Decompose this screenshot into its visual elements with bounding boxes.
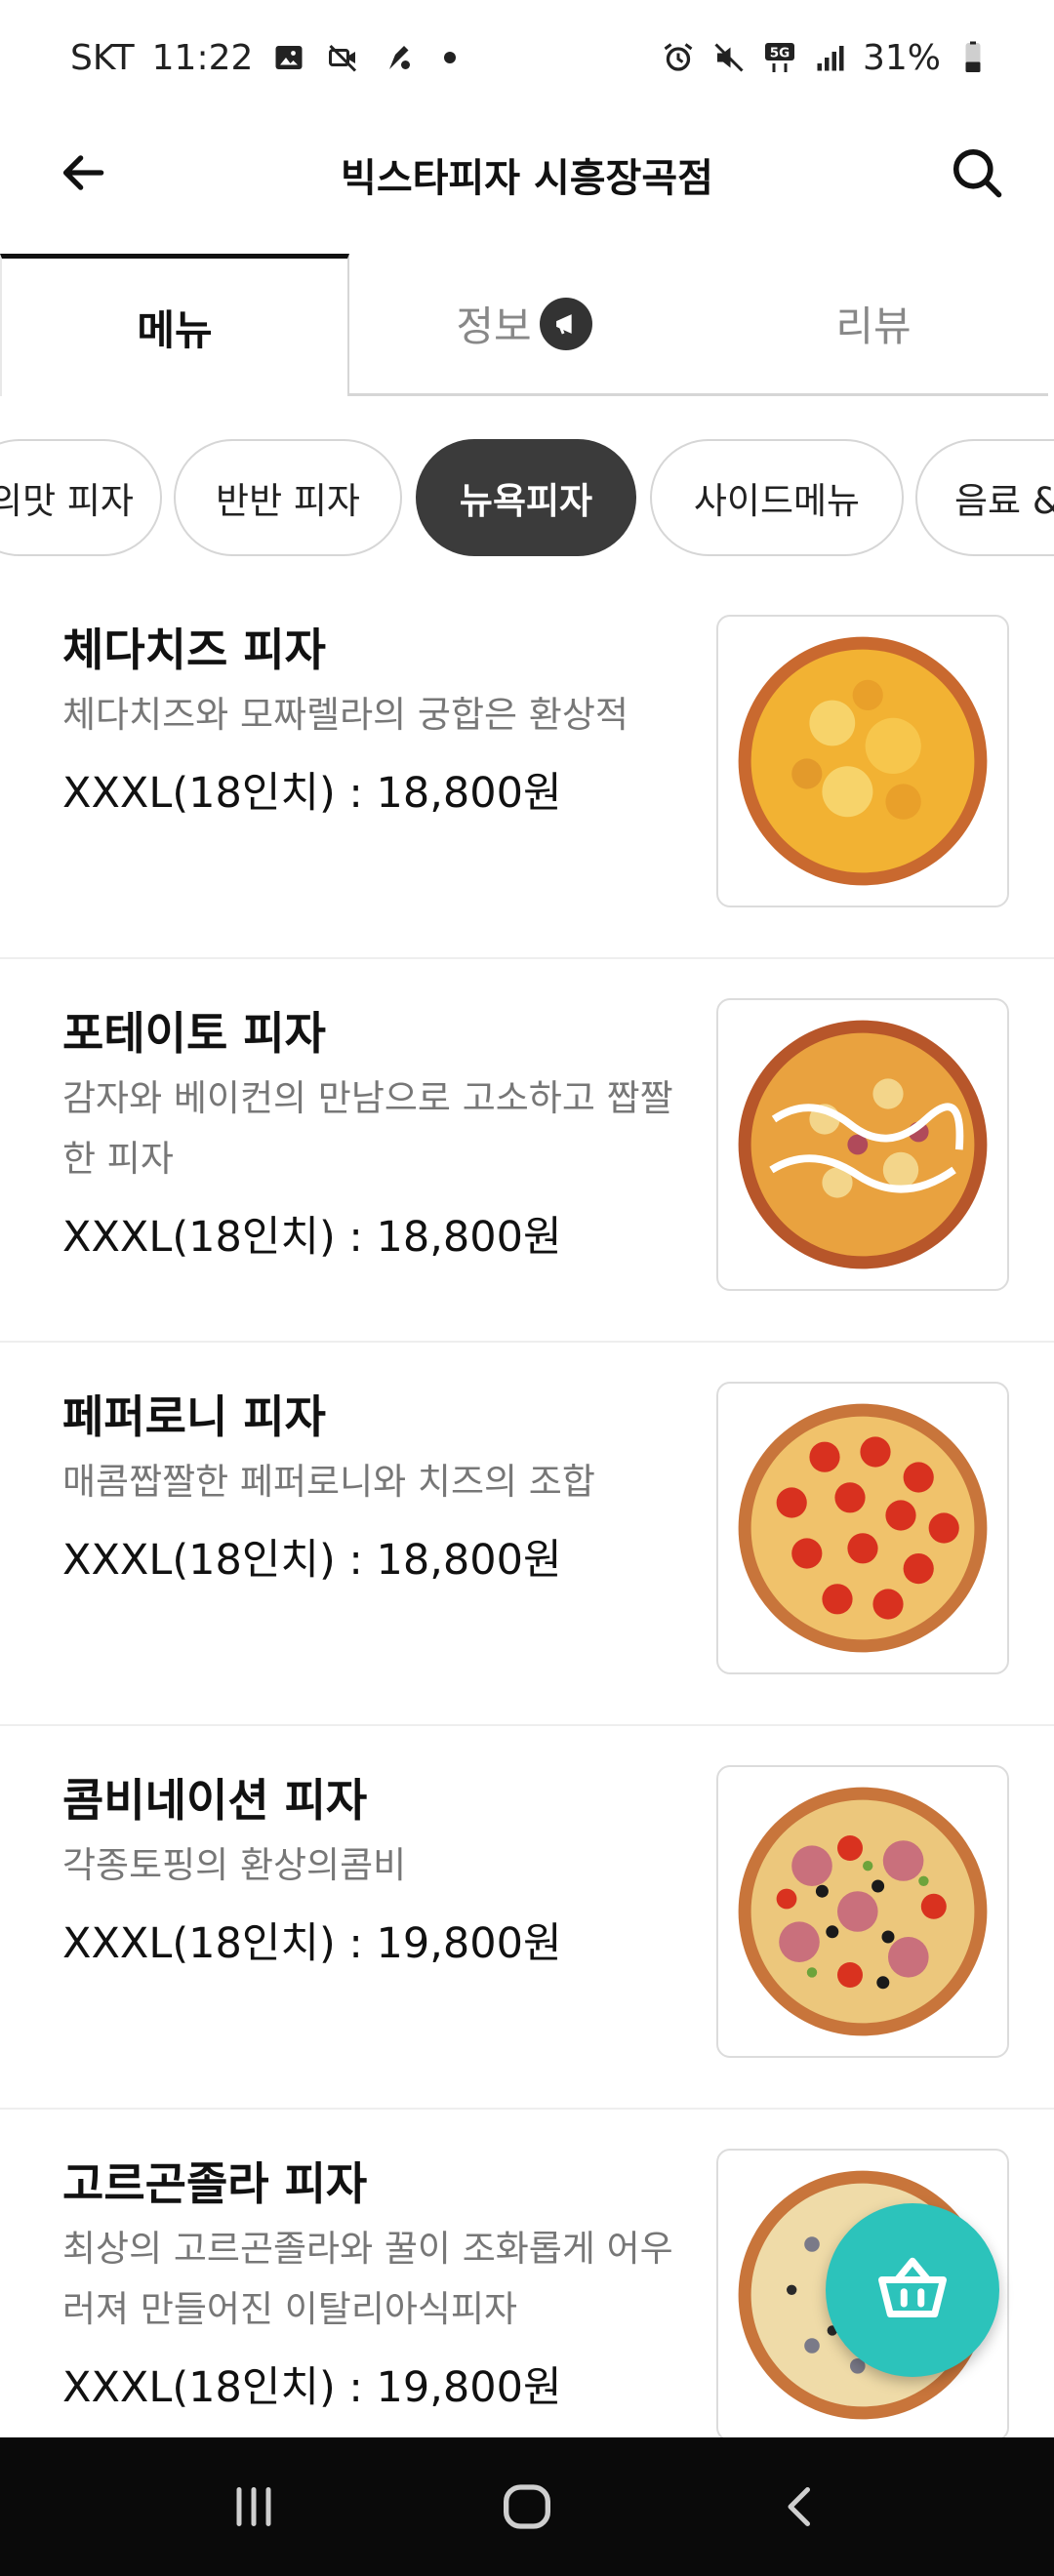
battery-icon	[954, 39, 992, 76]
chip-category[interactable]: 사이드메뉴	[650, 439, 904, 556]
menu-item-price: XXXL(18인치) : 19,800원	[62, 2363, 562, 2412]
network-5g-icon: 5G	[761, 39, 798, 76]
menu-item-price: XXXL(18인치) : 18,800원	[62, 769, 562, 818]
time-label: 11:22	[151, 37, 254, 78]
battery-label: 31%	[862, 37, 941, 78]
pepperoni-pizza-image	[716, 1382, 1009, 1674]
menu-item-name: 페퍼로니 피자	[62, 1390, 326, 1443]
menu-item-name: 포테이토 피자	[62, 1007, 326, 1060]
chip-category-active[interactable]: 뉴욕피자	[416, 439, 636, 556]
search-icon	[953, 148, 1002, 198]
basket-icon	[878, 2257, 947, 2317]
chip-category[interactable]: 음료 &	[915, 439, 1054, 556]
page-title: 빅스타피자 시흥장곡점	[341, 156, 713, 201]
more-notifications-dot	[444, 52, 457, 63]
chevron-left-icon	[788, 2487, 810, 2526]
video-off-icon	[325, 39, 362, 76]
tab-info-label: 정보	[456, 302, 532, 350]
menu-item[interactable]: 페퍼로니 피자 매콤짭짤한 페퍼로니와 치즈의 조합 XXXL(18인치) : …	[0, 1343, 1054, 1726]
menu-item-desc: 최상의 고르곤졸라와 꿀이 조화롭게 어우러져 만들어진 이탈리아식피자	[62, 2228, 673, 2330]
menu-item[interactable]: 체다치즈 피자 체다치즈와 모짜렐라의 궁합은 환상적 XXXL(18인치) :…	[0, 576, 1054, 959]
menu-item[interactable]: 콤비네이션 피자 각종토핑의 환상의콤비 XXXL(18인치) : 19,800…	[0, 1726, 1054, 2110]
back-button[interactable]	[49, 139, 117, 207]
system-back-button[interactable]	[756, 2463, 844, 2551]
combination-pizza-image	[716, 1765, 1009, 2058]
app-bar: 빅스타피자 시흥장곡점	[0, 115, 1054, 234]
alarm-icon	[660, 39, 697, 76]
home-icon	[504, 2484, 550, 2529]
tab-menu-label: 메뉴	[137, 306, 213, 354]
menu-item-price: XXXL(18인치) : 18,800원	[62, 1213, 562, 1262]
menu-item[interactable]: 포테이토 피자 감자와 베이컨의 만남으로 고소하고 짭짤한 피자 XXXL(1…	[0, 959, 1054, 1343]
tab-review[interactable]: 리뷰	[699, 254, 1048, 396]
megaphone-icon	[539, 297, 592, 350]
status-bar: SKT 11:22 5G 31%	[0, 0, 1054, 115]
cheddar-pizza-image	[716, 615, 1009, 907]
app-notification-icon	[380, 39, 417, 76]
cart-button[interactable]	[826, 2203, 999, 2377]
mute-icon	[710, 39, 748, 76]
menu-item-price: XXXL(18인치) : 19,800원	[62, 1919, 562, 1968]
potato-pizza-image	[716, 998, 1009, 1291]
recent-apps-button[interactable]	[210, 2463, 298, 2551]
svg-text:5G: 5G	[770, 45, 790, 60]
tab-info[interactable]: 정보	[349, 254, 699, 396]
signal-icon	[812, 39, 849, 76]
arrow-left-icon	[62, 155, 104, 190]
menu-item-desc: 매콤짭짤한 페퍼로니와 치즈의 조합	[62, 1461, 595, 1503]
menu-item-desc: 체다치즈와 모짜렐라의 궁합은 환상적	[62, 694, 628, 736]
category-chips: 의맛 피자 반반 피자 뉴욕피자 사이드메뉴 음료 &	[0, 439, 1054, 558]
gallery-icon	[270, 39, 307, 76]
menu-item-name: 콤비네이션 피자	[62, 1774, 368, 1827]
tab-bar: 메뉴 정보 리뷰	[0, 254, 1054, 396]
menu-item-desc: 감자와 베이컨의 만남으로 고소하고 짭짤한 피자	[62, 1077, 673, 1180]
menu-item-desc: 각종토핑의 환상의콤비	[62, 1844, 407, 1886]
carrier-label: SKT	[70, 37, 135, 78]
tab-menu[interactable]: 메뉴	[0, 254, 349, 396]
chip-category[interactable]: 반반 피자	[174, 439, 402, 556]
menu-item-price: XXXL(18인치) : 18,800원	[62, 1536, 562, 1585]
home-button[interactable]	[483, 2463, 571, 2551]
menu-item-name: 고르곤졸라 피자	[62, 2157, 368, 2210]
chip-category[interactable]: 의맛 피자	[0, 439, 162, 556]
tab-review-label: 리뷰	[835, 302, 912, 350]
search-button[interactable]	[943, 139, 1011, 207]
system-nav-bar	[0, 2437, 1054, 2576]
menu-item-name: 체다치즈 피자	[62, 624, 326, 676]
recent-apps-icon	[236, 2487, 271, 2526]
